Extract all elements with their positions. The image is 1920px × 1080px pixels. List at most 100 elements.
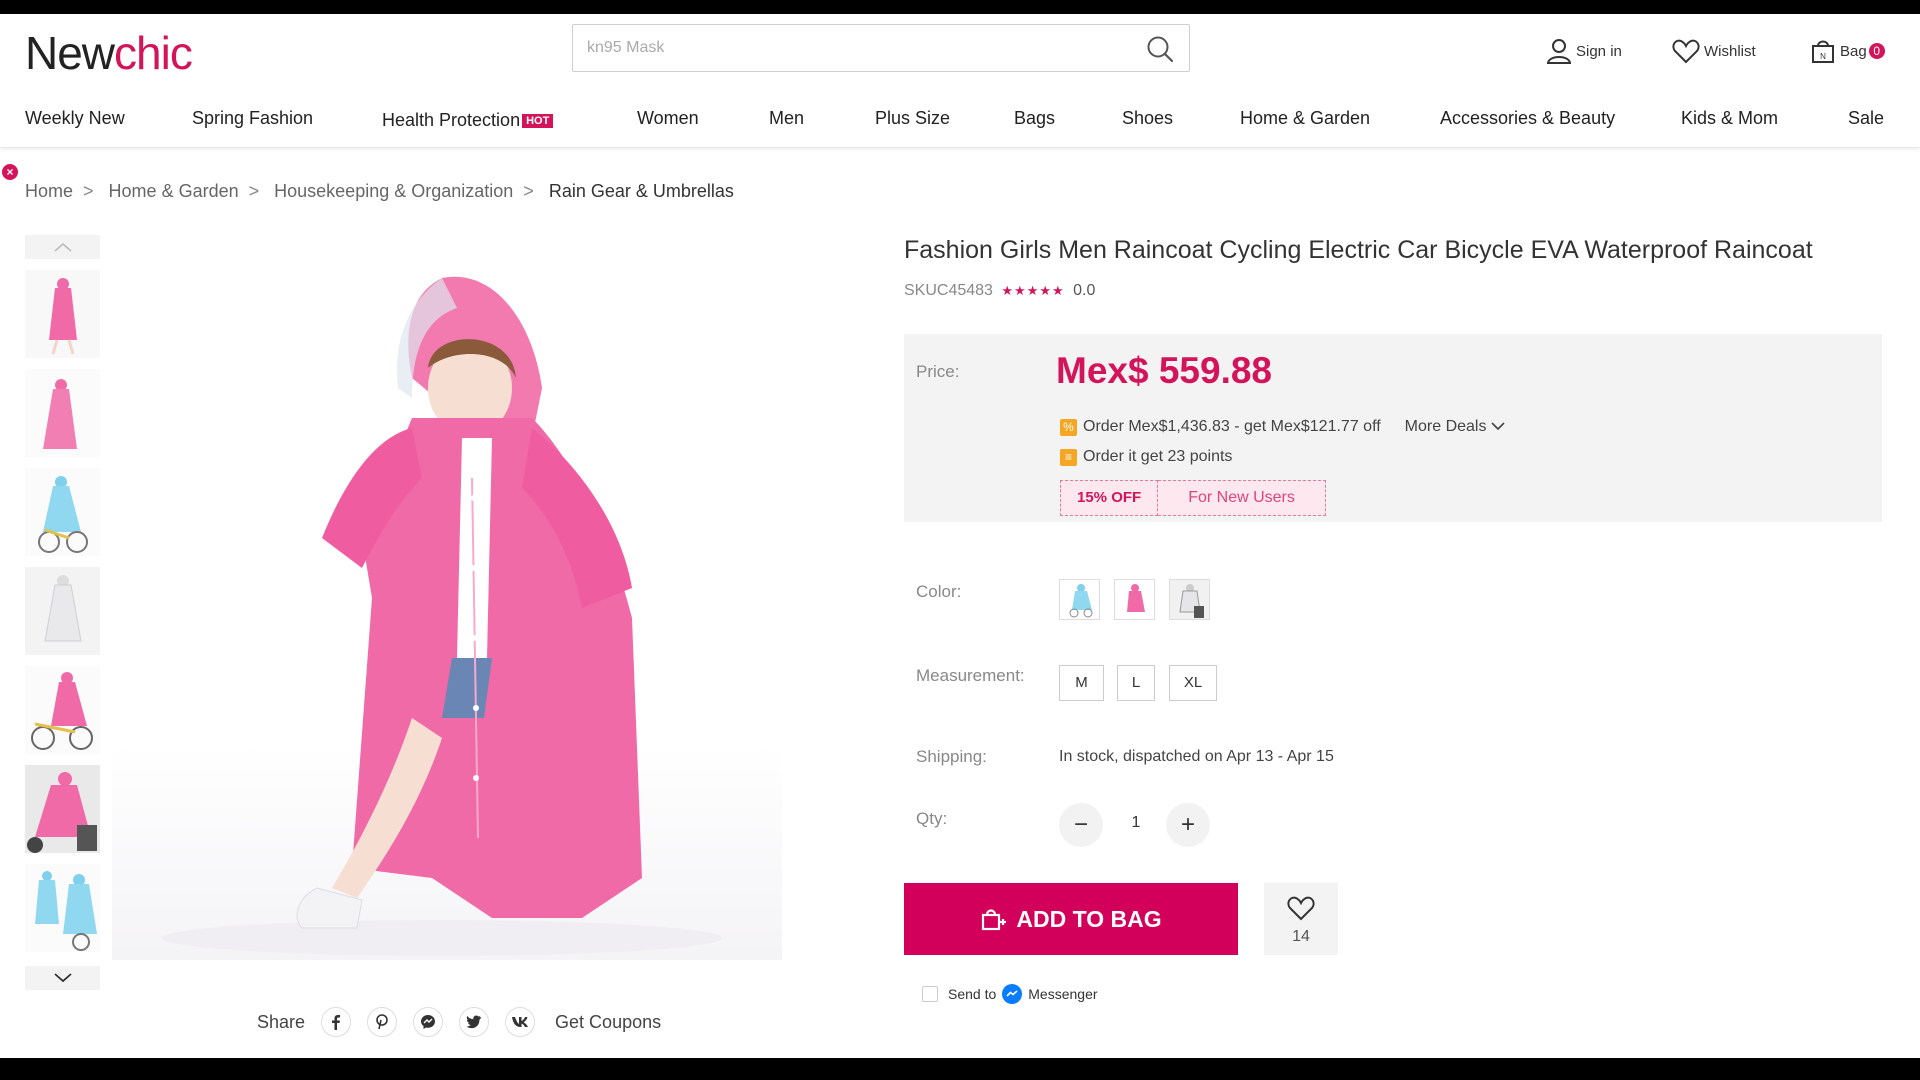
add-to-wishlist-button[interactable]: 14	[1264, 883, 1338, 955]
wishlist-link[interactable]: Wishlist	[1672, 36, 1756, 66]
coupon-discount: 15% OFF	[1060, 480, 1159, 516]
get-coupons-link[interactable]: Get Coupons	[555, 1012, 661, 1033]
vk-icon[interactable]	[505, 1007, 536, 1037]
wishlist-count: 14	[1292, 928, 1310, 945]
rating-stars[interactable]: ★★★★★	[1001, 283, 1064, 298]
thumbnail-image	[25, 765, 100, 853]
new-user-coupon[interactable]: 15% OFF For New Users	[1060, 480, 1326, 516]
bag-link[interactable]: N Bag 0	[1810, 36, 1885, 66]
size-option-m[interactable]: M	[1059, 665, 1104, 701]
twitter-icon[interactable]	[459, 1007, 490, 1037]
send-to-messenger-checkbox[interactable]	[922, 986, 938, 1002]
close-icon[interactable]: ×	[2, 164, 18, 180]
bag-count-badge: 0	[1868, 43, 1885, 59]
breadcrumb-home[interactable]: Home	[25, 181, 73, 201]
deal-row-points: ≡ Order it get 23 points	[1060, 448, 1232, 466]
thumbnail-1[interactable]	[25, 270, 100, 358]
thumbnail-image	[25, 864, 100, 952]
color-label: Color:	[916, 582, 962, 601]
raincoat-illustration	[162, 276, 722, 956]
nav-shoes[interactable]: Shoes	[1122, 108, 1173, 129]
sku-code: SKUC45483	[904, 282, 993, 299]
send-to-label: Send to	[948, 986, 997, 1002]
breadcrumb-housekeeping[interactable]: Housekeeping & Organization	[274, 181, 513, 201]
more-deals-button[interactable]: More Deals	[1405, 418, 1505, 436]
add-to-bag-label: ADD TO BAG	[1016, 905, 1162, 932]
qty-value[interactable]: 1	[1124, 814, 1148, 832]
messenger-logo-icon	[1002, 984, 1023, 1004]
main-product-image[interactable]	[112, 238, 782, 960]
nav-plus-size[interactable]: Plus Size	[875, 108, 950, 129]
size-option-l[interactable]: L	[1117, 665, 1155, 701]
sign-in-label: Sign in	[1576, 42, 1622, 60]
deal-discount-text: Order Mex$1,436.83 - get Mex$121.77 off	[1083, 418, 1381, 435]
wishlist-label: Wishlist	[1704, 42, 1756, 60]
share-label: Share	[257, 1011, 306, 1032]
thumb-scroll-up[interactable]	[25, 235, 100, 259]
qty-decrease-button[interactable]: −	[1059, 803, 1103, 847]
nav-bags[interactable]: Bags	[1014, 108, 1055, 129]
svg-text:N: N	[1820, 52, 1826, 61]
color-swatch-pink[interactable]	[1114, 579, 1155, 620]
main-nav: Weekly New Spring Fashion Health Protect…	[0, 108, 1920, 138]
qty-label: Qty:	[916, 809, 948, 828]
search-icon[interactable]	[1145, 34, 1175, 64]
search-box	[572, 24, 1190, 72]
messenger-icon[interactable]	[413, 1007, 444, 1037]
percent-icon: %	[1060, 418, 1077, 436]
bag-label: Bag	[1840, 42, 1867, 60]
site-header: Newchic Sign in Wishlist N Bag0 Weekly N…	[0, 14, 1920, 148]
thumb-scroll-down[interactable]	[25, 966, 100, 990]
deal-points-text: Order it get 23 points	[1083, 448, 1233, 465]
nav-weekly-new[interactable]: Weekly New	[25, 108, 125, 129]
heart-icon	[1287, 896, 1315, 921]
site-logo[interactable]: Newchic	[25, 26, 193, 80]
price-label: Price:	[916, 362, 960, 381]
page: Newchic Sign in Wishlist N Bag0 Weekly N…	[0, 14, 1920, 1058]
nav-accessories-beauty[interactable]: Accessories & Beauty	[1440, 108, 1615, 129]
facebook-icon[interactable]	[321, 1007, 352, 1037]
thumbnail-6[interactable]	[25, 765, 100, 853]
thumbnail-4[interactable]	[25, 567, 100, 655]
price-box: Price: Mex$ 559.88 % Order Mex$1,436.83 …	[904, 334, 1882, 522]
nav-sale[interactable]: Sale	[1848, 108, 1884, 129]
nav-spring-fashion[interactable]: Spring Fashion	[192, 108, 313, 129]
color-swatch-blue[interactable]	[1059, 579, 1100, 620]
thumbnail-image	[25, 468, 100, 556]
shipping-info: In stock, dispatched on Apr 13 - Apr 15	[1059, 748, 1334, 765]
thumbnail-image	[25, 270, 100, 358]
coupon-for-new-users: For New Users	[1158, 480, 1326, 516]
user-icon	[1546, 39, 1572, 64]
share-bar: Share Get Coupons	[257, 1004, 661, 1040]
deal-row-discount: % Order Mex$1,436.83 - get Mex$121.77 of…	[1060, 418, 1505, 436]
price-value: Mex$ 559.88	[1056, 350, 1273, 391]
thumbnail-7[interactable]	[25, 864, 100, 952]
breadcrumb-rain-gear[interactable]: Rain Gear & Umbrellas	[549, 181, 734, 201]
rating-value: 0.0	[1073, 282, 1096, 299]
thumbnail-5[interactable]	[25, 666, 100, 754]
nav-home-garden[interactable]: Home & Garden	[1240, 108, 1370, 129]
chevron-up-icon	[54, 243, 71, 252]
measurement-label: Measurement:	[916, 666, 1025, 685]
nav-women[interactable]: Women	[637, 108, 699, 129]
nav-health-protection[interactable]: Health Protection HOT	[382, 110, 554, 131]
product-title: Fashion Girls Men Raincoat Cycling Elect…	[904, 236, 1813, 264]
nav-kids-mom[interactable]: Kids & Mom	[1681, 108, 1778, 129]
messenger-label: Messenger	[1028, 986, 1098, 1002]
bag-icon: N	[1812, 40, 1834, 63]
breadcrumb-home-garden[interactable]: Home & Garden	[109, 181, 239, 201]
coin-icon: ≡	[1060, 448, 1077, 466]
color-swatch-clear[interactable]	[1169, 579, 1210, 620]
pinterest-icon[interactable]	[367, 1007, 398, 1037]
sign-in-link[interactable]: Sign in	[1546, 36, 1622, 66]
nav-men[interactable]: Men	[769, 108, 804, 129]
thumbnail-3[interactable]	[25, 468, 100, 556]
qty-increase-button[interactable]: +	[1166, 803, 1210, 847]
chevron-down-icon	[53, 973, 72, 983]
cart-icon	[982, 909, 1007, 931]
thumbnail-image	[25, 369, 100, 457]
add-to-bag-button[interactable]: ADD TO BAG	[904, 883, 1238, 955]
thumbnail-2[interactable]	[25, 369, 100, 457]
search-input[interactable]	[573, 25, 1133, 71]
size-option-xl[interactable]: XL	[1169, 665, 1217, 701]
